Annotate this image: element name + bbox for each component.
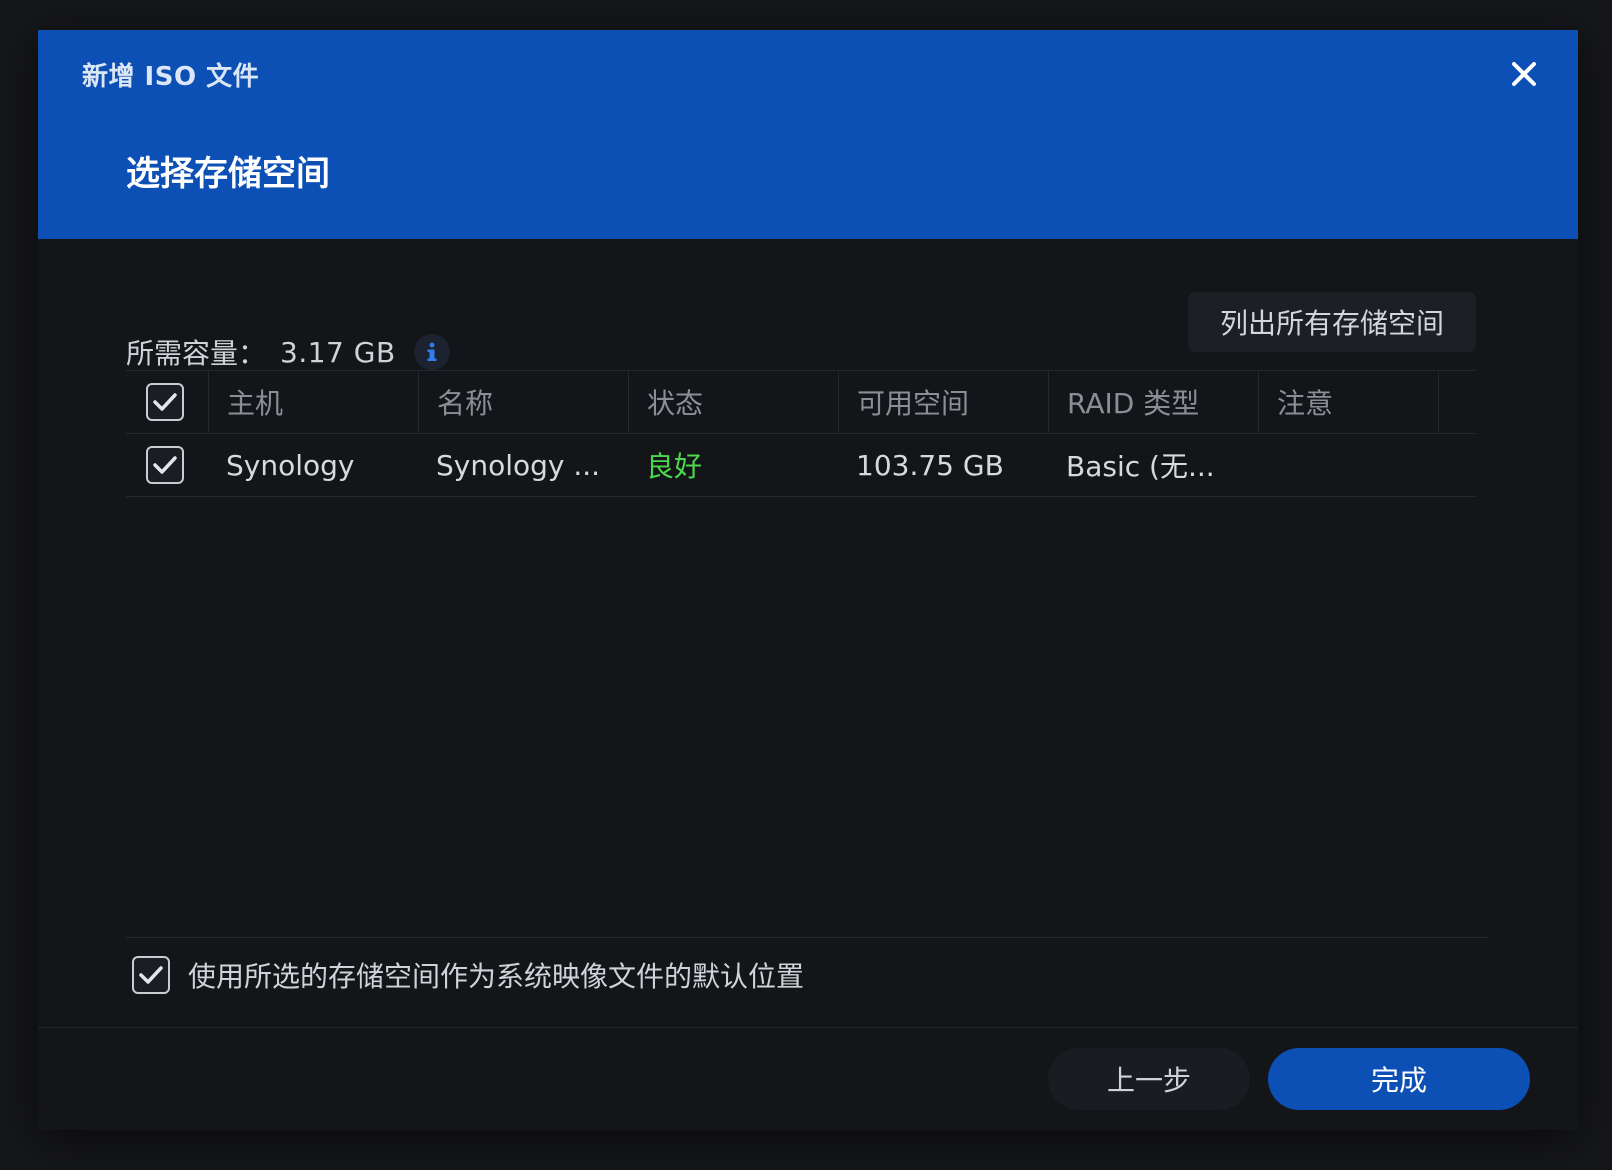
column-header-status[interactable]: 状态 [628,371,838,433]
required-capacity: 所需容量： 3.17 GB [126,332,450,372]
step-title: 选择存储空间 [126,154,330,194]
cell-raid-type: Basic (无... [1066,450,1215,483]
check-icon [139,966,163,984]
table-row[interactable]: Synology Synology ... 良好 103.75 GB Basic… [126,434,1476,497]
default-location-checkbox[interactable] [132,956,170,994]
footer-divider [38,1027,1578,1028]
column-header-host[interactable]: 主机 [208,371,418,433]
column-header-note[interactable]: 注意 [1258,371,1438,433]
close-button[interactable] [1504,54,1544,94]
dialog-header: 新增 ISO 文件 选择存储空间 [38,30,1578,239]
window-title: 新增 ISO 文件 [82,62,260,92]
default-location-label[interactable]: 使用所选的存储空间作为系统映像文件的默认位置 [188,955,804,995]
storage-table: 主机 名称 状态 可用空间 RAID 类型 注意 Synology Synolo… [126,370,1476,497]
cell-status: 良好 [646,450,703,483]
row-checkbox[interactable] [146,446,184,484]
default-location-option: 使用所选的存储空间作为系统映像文件的默认位置 [132,952,804,998]
info-icon[interactable] [413,334,450,370]
divider [126,937,1488,938]
capacity-label: 所需容量： [126,337,267,370]
list-all-storage-button[interactable]: 列出所有存储空间 [1188,292,1476,352]
column-header-name[interactable]: 名称 [418,371,628,433]
cell-name: Synology ... [436,448,601,482]
capacity-value: 3.17 GB [280,335,396,369]
table-header: 主机 名称 状态 可用空间 RAID 类型 注意 [126,370,1476,434]
column-header-raid-type[interactable]: RAID 类型 [1048,371,1258,433]
header-select-cell [126,371,208,433]
back-button[interactable]: 上一步 [1048,1048,1250,1110]
row-select-cell [126,434,208,496]
check-icon [153,456,177,474]
cell-note [1258,434,1438,496]
check-icon [153,393,177,411]
cell-free-space: 103.75 GB [856,448,1004,482]
column-header-free-space[interactable]: 可用空间 [838,371,1048,433]
cell-host: Synology [226,448,355,482]
finish-button[interactable]: 完成 [1268,1048,1530,1110]
close-icon [1512,62,1536,86]
add-iso-dialog: 新增 ISO 文件 选择存储空间 所需容量： 3.17 GB 列出所有存储空间 [38,30,1578,1130]
select-all-checkbox[interactable] [146,383,184,421]
column-header-spacer [1438,371,1476,433]
